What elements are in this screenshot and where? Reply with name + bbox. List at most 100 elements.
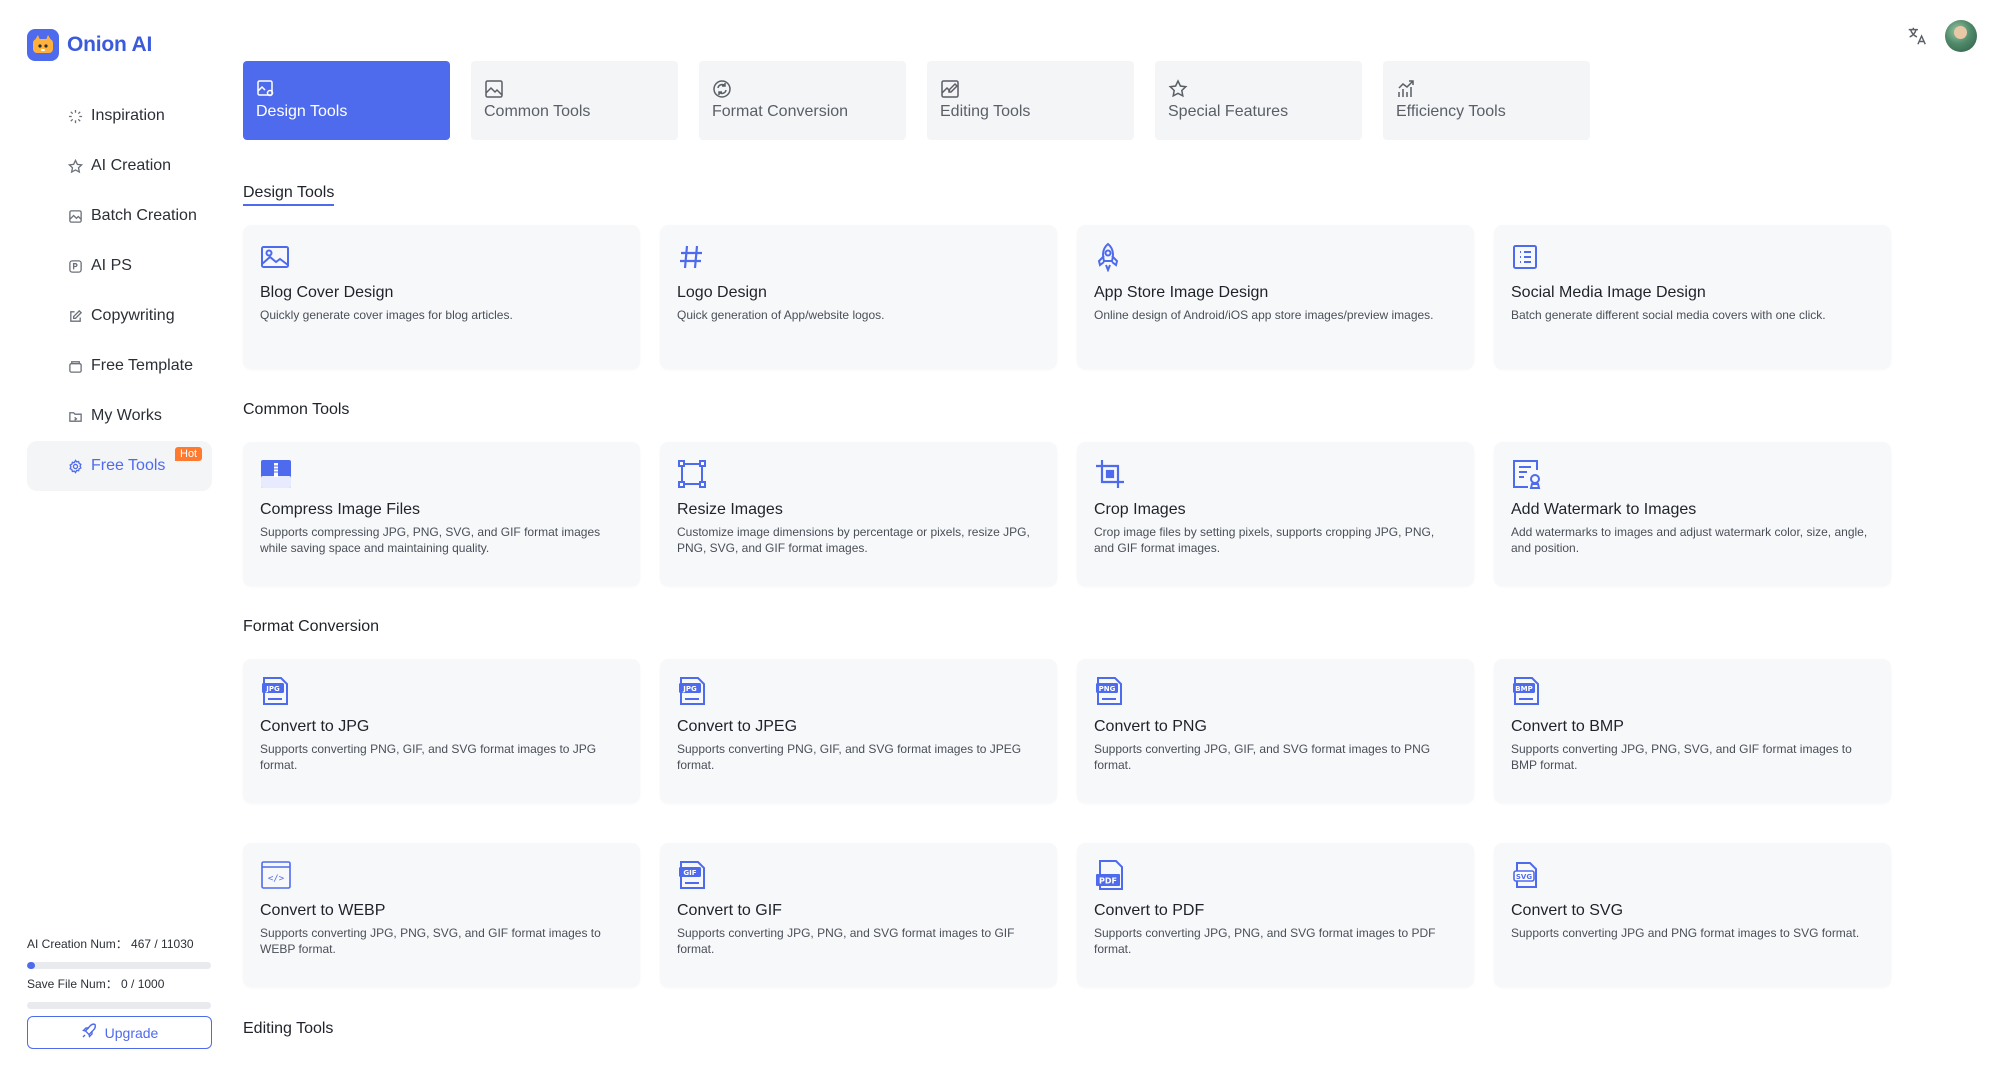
rocket-icon (81, 1023, 97, 1042)
svg-text:PNG: PNG (1099, 685, 1116, 693)
jpeg-icon: JPG (677, 675, 709, 707)
brand[interactable]: Onion AI (27, 29, 152, 61)
tool-card-compress-image[interactable]: Compress Image Files Supports compressin… (243, 442, 640, 586)
card-description: Supports compressing JPG, PNG, SVG, and … (260, 525, 601, 555)
tab-common-tools[interactable]: Common Tools (471, 61, 678, 140)
card-description: Quickly generate cover images for blog a… (260, 308, 513, 322)
picture-icon (260, 241, 292, 273)
tool-card-convert-png[interactable]: PNG Convert to PNG Supports converting J… (1077, 659, 1474, 803)
image-icon (484, 79, 504, 99)
gear-icon (67, 458, 83, 474)
card-title: Convert to PDF (1094, 902, 1205, 919)
upgrade-label: Upgrade (104, 1024, 159, 1041)
tool-card-social-media-image[interactable]: Social Media Image Design Batch generate… (1494, 225, 1891, 369)
sparkle-icon (67, 108, 83, 124)
chart-icon (1396, 79, 1416, 99)
edit-icon (67, 308, 83, 324)
topbar-actions (1905, 20, 1977, 52)
design-tools-grid: Blog Cover Design Quickly generate cover… (243, 225, 1891, 369)
sidebar-item-label: AI Creation (91, 157, 172, 174)
sidebar-item-label: Inspiration (91, 107, 165, 124)
app-root: Onion AI Inspiration AI Creation Batch C… (0, 0, 1995, 1073)
tool-card-add-watermark[interactable]: Add Watermark to Images Add watermarks t… (1494, 442, 1891, 586)
section-title-editing-tools[interactable]: Editing Tools (243, 1020, 333, 1038)
tool-card-app-store-image[interactable]: App Store Image Design Online design of … (1077, 225, 1474, 369)
tool-card-logo-design[interactable]: Logo Design Quick generation of App/webs… (660, 225, 1057, 369)
sidebar-item-label: My Works (91, 407, 162, 424)
svg-text:SVG: SVG (1516, 873, 1532, 881)
card-description: Quick generation of App/website logos. (677, 308, 885, 322)
save-file-progress-bar (27, 1002, 211, 1009)
star-icon (1168, 79, 1188, 99)
tool-card-crop-images[interactable]: Crop Images Crop image files by setting … (1077, 442, 1474, 586)
resize-icon (677, 458, 709, 490)
svg-text:</>: </> (268, 874, 285, 884)
card-title: Convert to SVG (1511, 902, 1624, 919)
avatar[interactable] (1945, 20, 1977, 52)
sidebar-item-my-works[interactable]: My Works (27, 391, 212, 441)
sidebar-item-label: Free Tools (91, 457, 166, 474)
sidebar: Onion AI Inspiration AI Creation Batch C… (0, 0, 228, 1073)
tool-card-convert-jpg[interactable]: JPG Convert to JPG Supports converting P… (243, 659, 640, 803)
section-title-format-conversion[interactable]: Format Conversion (243, 618, 379, 636)
card-description: Batch generate different social media co… (1511, 308, 1826, 322)
card-title: Convert to JPEG (677, 718, 798, 735)
tab-label: Design Tools (256, 103, 348, 120)
hash-icon (677, 241, 709, 273)
common-tools-grid: Compress Image Files Supports compressin… (243, 442, 1891, 586)
png-icon: PNG (1094, 675, 1126, 707)
card-title: Convert to BMP (1511, 718, 1624, 735)
tool-card-convert-svg[interactable]: SVG Convert to SVG Supports converting J… (1494, 843, 1891, 987)
card-description: Crop image files by setting pixels, supp… (1094, 525, 1435, 555)
tool-card-convert-jpeg[interactable]: JPG Convert to JPEG Supports converting … (660, 659, 1057, 803)
card-title: Compress Image Files (260, 501, 421, 518)
card-title: Logo Design (677, 284, 767, 301)
tool-card-convert-pdf[interactable]: PDF Convert to PDF Supports converting J… (1077, 843, 1474, 987)
tool-card-blog-cover[interactable]: Blog Cover Design Quickly generate cover… (243, 225, 640, 369)
sidebar-item-ai-ps[interactable]: AI PS (27, 241, 212, 291)
card-description: Supports converting JPG, PNG, SVG, and G… (260, 926, 601, 956)
sidebar-item-free-tools[interactable]: Free Tools Hot (27, 441, 212, 491)
tab-design-tools[interactable]: Design Tools (243, 61, 450, 140)
card-description: Add watermarks to images and adjust wate… (1511, 525, 1868, 555)
brand-name: Onion AI (67, 33, 153, 56)
upgrade-button[interactable]: Upgrade (27, 1016, 212, 1049)
tab-efficiency-tools[interactable]: Efficiency Tools (1383, 61, 1590, 140)
tool-card-convert-bmp[interactable]: BMP Convert to BMP Supports converting J… (1494, 659, 1891, 803)
sidebar-item-batch-creation[interactable]: Batch Creation (27, 191, 212, 241)
tab-label: Efficiency Tools (1396, 103, 1506, 120)
jpg-icon: JPG (260, 675, 292, 707)
sidebar-item-free-template[interactable]: Free Template (27, 341, 212, 391)
save-file-quota: Save File Num： 0 / 1000 (27, 975, 211, 1009)
tab-label: Special Features (1168, 103, 1289, 120)
tab-editing-tools[interactable]: Editing Tools (927, 61, 1134, 140)
sidebar-item-ai-creation[interactable]: AI Creation (27, 141, 212, 191)
card-description: Supports converting JPG, PNG, SVG, and G… (1511, 742, 1852, 772)
tool-card-resize-images[interactable]: Resize Images Customize image dimensions… (660, 442, 1057, 586)
tool-card-convert-gif[interactable]: GIF Convert to GIF Supports converting J… (660, 843, 1057, 987)
ps-icon (67, 258, 83, 274)
card-title: Crop Images (1094, 501, 1186, 518)
card-description: Online design of Android/iOS app store i… (1094, 308, 1434, 322)
folder-icon (67, 408, 83, 424)
sidebar-item-copywriting[interactable]: Copywriting (27, 291, 212, 341)
card-title: Convert to GIF (677, 902, 782, 919)
card-description: Supports converting JPG, PNG, and SVG fo… (1094, 926, 1436, 956)
tab-format-conversion[interactable]: Format Conversion (699, 61, 906, 140)
sidebar-item-label: Batch Creation (91, 207, 197, 224)
section-title-common-tools[interactable]: Common Tools (243, 401, 349, 419)
sidebar-item-inspiration[interactable]: Inspiration (27, 91, 212, 141)
section-title-design-tools[interactable]: Design Tools (243, 184, 335, 206)
card-title: App Store Image Design (1094, 284, 1269, 301)
crop-icon (1094, 458, 1126, 490)
translate-icon[interactable] (1905, 24, 1929, 48)
category-tabs: Design Tools Common Tools Format Convers… (243, 61, 1590, 140)
card-description: Supports converting JPG and PNG format i… (1511, 926, 1860, 940)
rocket-icon (1094, 241, 1126, 273)
card-title: Convert to WEBP (260, 902, 386, 919)
tool-card-convert-webp[interactable]: </> Convert to WEBP Supports converting … (243, 843, 640, 987)
ai-creation-progress-fill (27, 962, 35, 969)
tab-special-features[interactable]: Special Features (1155, 61, 1362, 140)
ai-creation-quota: AI Creation Num： 467 / 11030 (27, 935, 211, 969)
watermark-icon (1511, 458, 1543, 490)
